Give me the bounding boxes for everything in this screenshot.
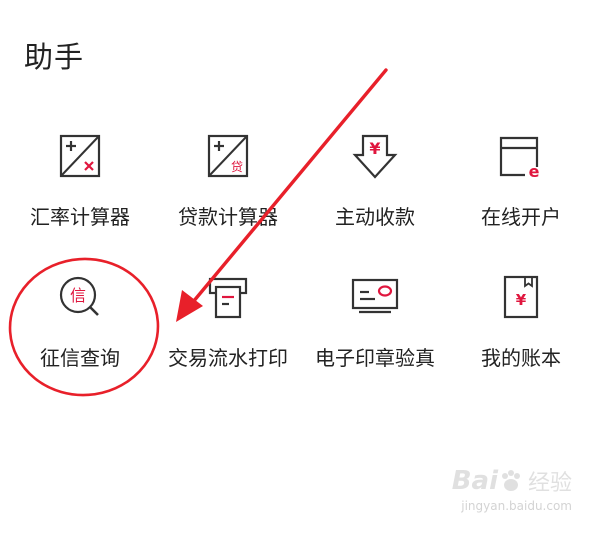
- assistant-tools-grid: 汇率计算器 贷 贷款计算器 ¥ 主动收款 e 在线开户 信 征信查询 交易流水打…: [0, 0, 600, 535]
- tool-label: 汇率计算器: [30, 205, 130, 229]
- tool-credit-inquiry[interactable]: 信 征信查询: [5, 272, 155, 392]
- transaction-print-icon: [202, 272, 254, 324]
- tool-label: 贷款计算器: [178, 205, 278, 229]
- credit-inquiry-icon: 信: [54, 272, 106, 324]
- loan-glyph: 贷: [231, 160, 243, 174]
- tool-label: 主动收款: [335, 205, 415, 229]
- credit-glyph: 信: [70, 286, 86, 305]
- tool-e-seal-verify[interactable]: 电子印章验真: [300, 272, 450, 392]
- receive-payment-icon: ¥: [349, 131, 401, 183]
- online-account-opening-icon: e: [495, 131, 547, 183]
- e-seal-verify-icon: [349, 272, 401, 324]
- e-glyph: e: [529, 162, 540, 181]
- tool-label: 在线开户: [481, 205, 561, 229]
- yen-glyph: ¥: [369, 139, 380, 158]
- tool-exchange-calculator[interactable]: 汇率计算器: [5, 131, 155, 251]
- baidu-logo-text: Bai: [451, 466, 498, 496]
- baidu-logo: Bai 经验: [452, 465, 572, 497]
- my-ledger-icon: ¥: [495, 272, 547, 324]
- exchange-calculator-icon: [54, 131, 106, 183]
- paw-icon: [501, 470, 520, 491]
- tool-transaction-print[interactable]: 交易流水打印: [153, 272, 303, 392]
- tool-label: 交易流水打印: [168, 346, 288, 370]
- yen-glyph: ¥: [516, 291, 527, 309]
- loan-calculator-icon: 贷: [202, 131, 254, 183]
- tool-my-ledger[interactable]: ¥ 我的账本: [446, 272, 596, 392]
- tool-receive-payment[interactable]: ¥ 主动收款: [300, 131, 450, 251]
- jingyan-logo-text: 经验: [527, 471, 572, 496]
- tool-label: 征信查询: [40, 346, 120, 370]
- tool-label: 电子印章验真: [315, 346, 435, 370]
- tool-online-account-opening[interactable]: e 在线开户: [446, 131, 596, 251]
- baidu-jingyan-watermark: Bai 经验 jingyan.baidu.com: [452, 465, 572, 513]
- tool-label: 我的账本: [481, 346, 561, 370]
- tool-loan-calculator[interactable]: 贷 贷款计算器: [153, 131, 303, 251]
- watermark-url: jingyan.baidu.com: [461, 499, 572, 513]
